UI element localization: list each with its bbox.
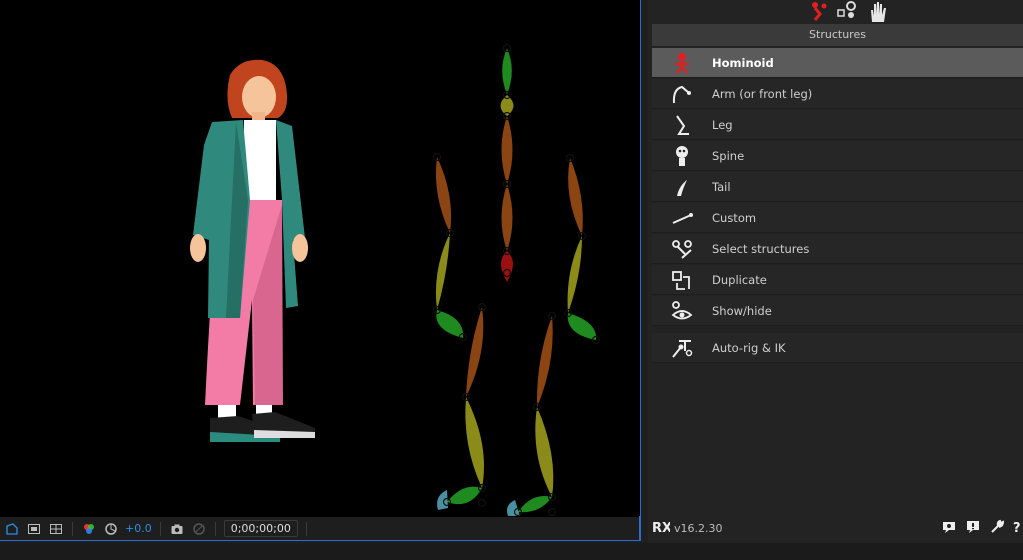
exposure-value[interactable]: +0.0 — [125, 522, 152, 535]
autorig-ik-button[interactable]: Auto-rig & IK — [652, 333, 1023, 363]
rx-logo-icon: RX — [652, 519, 672, 538]
structure-item-leg[interactable]: Leg — [652, 110, 1023, 140]
structure-item-label: Custom — [712, 210, 757, 225]
toolbar-divider — [72, 521, 73, 536]
structure-item-label: Spine — [712, 148, 745, 163]
structures-section-header: Structures — [652, 24, 1023, 46]
structure-item-tail[interactable]: Tail — [652, 172, 1023, 202]
guides-icon[interactable] — [48, 521, 64, 537]
structure-item-label: Duplicate — [712, 272, 767, 287]
custom-bone-icon — [652, 207, 712, 229]
show-hide-icon — [652, 300, 712, 322]
structure-item-show-hide[interactable]: Show/hide — [652, 296, 1023, 326]
region-of-interest-icon[interactable] — [4, 521, 20, 537]
autorig-label: Auto-rig & IK — [712, 340, 786, 355]
structure-item-hominoid[interactable]: Hominoid — [652, 48, 1023, 78]
structure-item-label: Hominoid — [712, 55, 774, 70]
help-icon[interactable]: ? — [1013, 519, 1023, 538]
transparency-grid-icon[interactable] — [26, 521, 42, 537]
current-time-display[interactable]: 0;00;00;00 — [223, 520, 298, 537]
rig-skeleton[interactable] — [432, 43, 601, 517]
feedback-icon[interactable] — [965, 519, 981, 538]
structure-item-label: Tail — [712, 179, 731, 194]
structure-item-label: Select structures — [712, 241, 810, 256]
structure-item-label: Show/hide — [712, 303, 772, 318]
settings-wrench-icon[interactable] — [989, 519, 1005, 538]
structure-item-spine[interactable]: Spine — [652, 141, 1023, 171]
structure-item-duplicate[interactable]: Duplicate — [652, 265, 1023, 295]
tail-icon — [652, 176, 712, 198]
reset-exposure-icon[interactable] — [103, 521, 119, 537]
panel-footer: RX v16.2.30 ? — [652, 516, 1023, 540]
structure-item-select-structures[interactable]: Select structures — [652, 234, 1023, 264]
channels-icon[interactable] — [81, 521, 97, 537]
structure-item-label: Leg — [712, 117, 733, 132]
duik-panel: Structures Hominoid Arm (or front leg) L… — [648, 0, 1023, 543]
structure-item-arm[interactable]: Arm (or front leg) — [652, 79, 1023, 109]
animation-hand-icon[interactable] — [866, 0, 890, 26]
automation-mode-icon[interactable] — [836, 0, 860, 26]
show-snapshot-icon[interactable] — [191, 521, 207, 537]
bug-report-icon[interactable] — [941, 519, 957, 538]
svg-text:?: ? — [1013, 521, 1021, 535]
select-structures-icon — [652, 238, 712, 260]
structure-item-label: Arm (or front leg) — [712, 86, 813, 101]
viewer-canvas[interactable] — [0, 0, 640, 516]
structure-item-custom[interactable]: Custom — [652, 203, 1023, 233]
leg-icon — [652, 114, 712, 136]
canvas-artwork — [190, 43, 601, 517]
rigging-mode-icon[interactable] — [806, 0, 830, 26]
composition-viewer[interactable]: +0.0 0;00;00;00 — [0, 0, 641, 541]
character-illustration — [190, 59, 315, 442]
panel-mode-bar — [648, 0, 1023, 24]
bottom-status-bar — [0, 543, 1023, 560]
duplicate-icon — [652, 269, 712, 291]
toolbar-divider — [214, 521, 216, 536]
hominoid-icon — [652, 52, 712, 74]
autorig-icon — [652, 337, 712, 359]
toolbar-divider — [305, 521, 307, 536]
version-label: v16.2.30 — [674, 521, 723, 535]
arm-icon — [652, 83, 712, 105]
toolbar-divider — [159, 521, 161, 536]
viewer-toolbar: +0.0 0;00;00;00 — [0, 517, 639, 540]
snapshot-camera-icon[interactable] — [169, 521, 185, 537]
svg-text:RX: RX — [652, 521, 670, 535]
structures-list: Hominoid Arm (or front leg) Leg Spine Ta… — [652, 48, 1023, 364]
spine-icon — [652, 145, 712, 167]
